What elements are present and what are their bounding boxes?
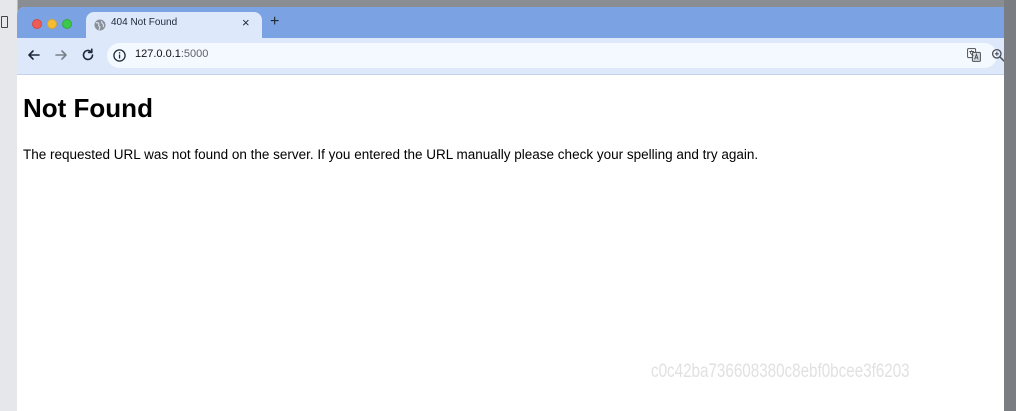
desktop-edge: [1004, 0, 1016, 411]
globe-icon: [94, 19, 106, 31]
address-bar[interactable]: 127.0.0.1:5000: [107, 43, 1004, 68]
zoom-icon[interactable]: [991, 48, 1004, 62]
tab-404-not-found[interactable]: 404 Not Found ×: [86, 12, 262, 38]
watermark-text: c0c42ba736608380c8ebf0bcee3f6203: [651, 361, 910, 382]
tab-strip: 404 Not Found × +: [17, 7, 1004, 38]
url-host: 127.0.0.1: [135, 48, 181, 60]
maximize-window-button[interactable]: [62, 19, 72, 29]
translate-icon[interactable]: [967, 48, 981, 62]
minimize-window-button[interactable]: [47, 19, 57, 29]
info-icon[interactable]: [113, 49, 126, 62]
url-port: :5000: [180, 48, 209, 60]
close-icon[interactable]: ×: [242, 15, 250, 31]
page-title: Not Found: [23, 93, 153, 123]
browser-toolbar: 127.0.0.1:5000: [17, 38, 1004, 75]
close-window-button[interactable]: [32, 19, 42, 29]
plus-icon[interactable]: +: [270, 13, 279, 31]
browser-window: 404 Not Found × + 127.0.0.1:5000 Not Fou…: [17, 7, 1004, 411]
tab-title: 404 Not Found: [111, 17, 178, 28]
url-text: 127.0.0.1:5000: [135, 48, 208, 60]
window-glyph-icon: [1, 16, 8, 28]
error-message: The requested URL was not found on the s…: [23, 147, 759, 162]
reload-icon[interactable]: [80, 47, 96, 63]
page-content: Not Found The requested URL was not foun…: [17, 75, 1004, 411]
background-window-edge: [0, 0, 18, 411]
forward-arrow-icon[interactable]: [53, 47, 69, 63]
back-arrow-icon[interactable]: [26, 47, 42, 63]
